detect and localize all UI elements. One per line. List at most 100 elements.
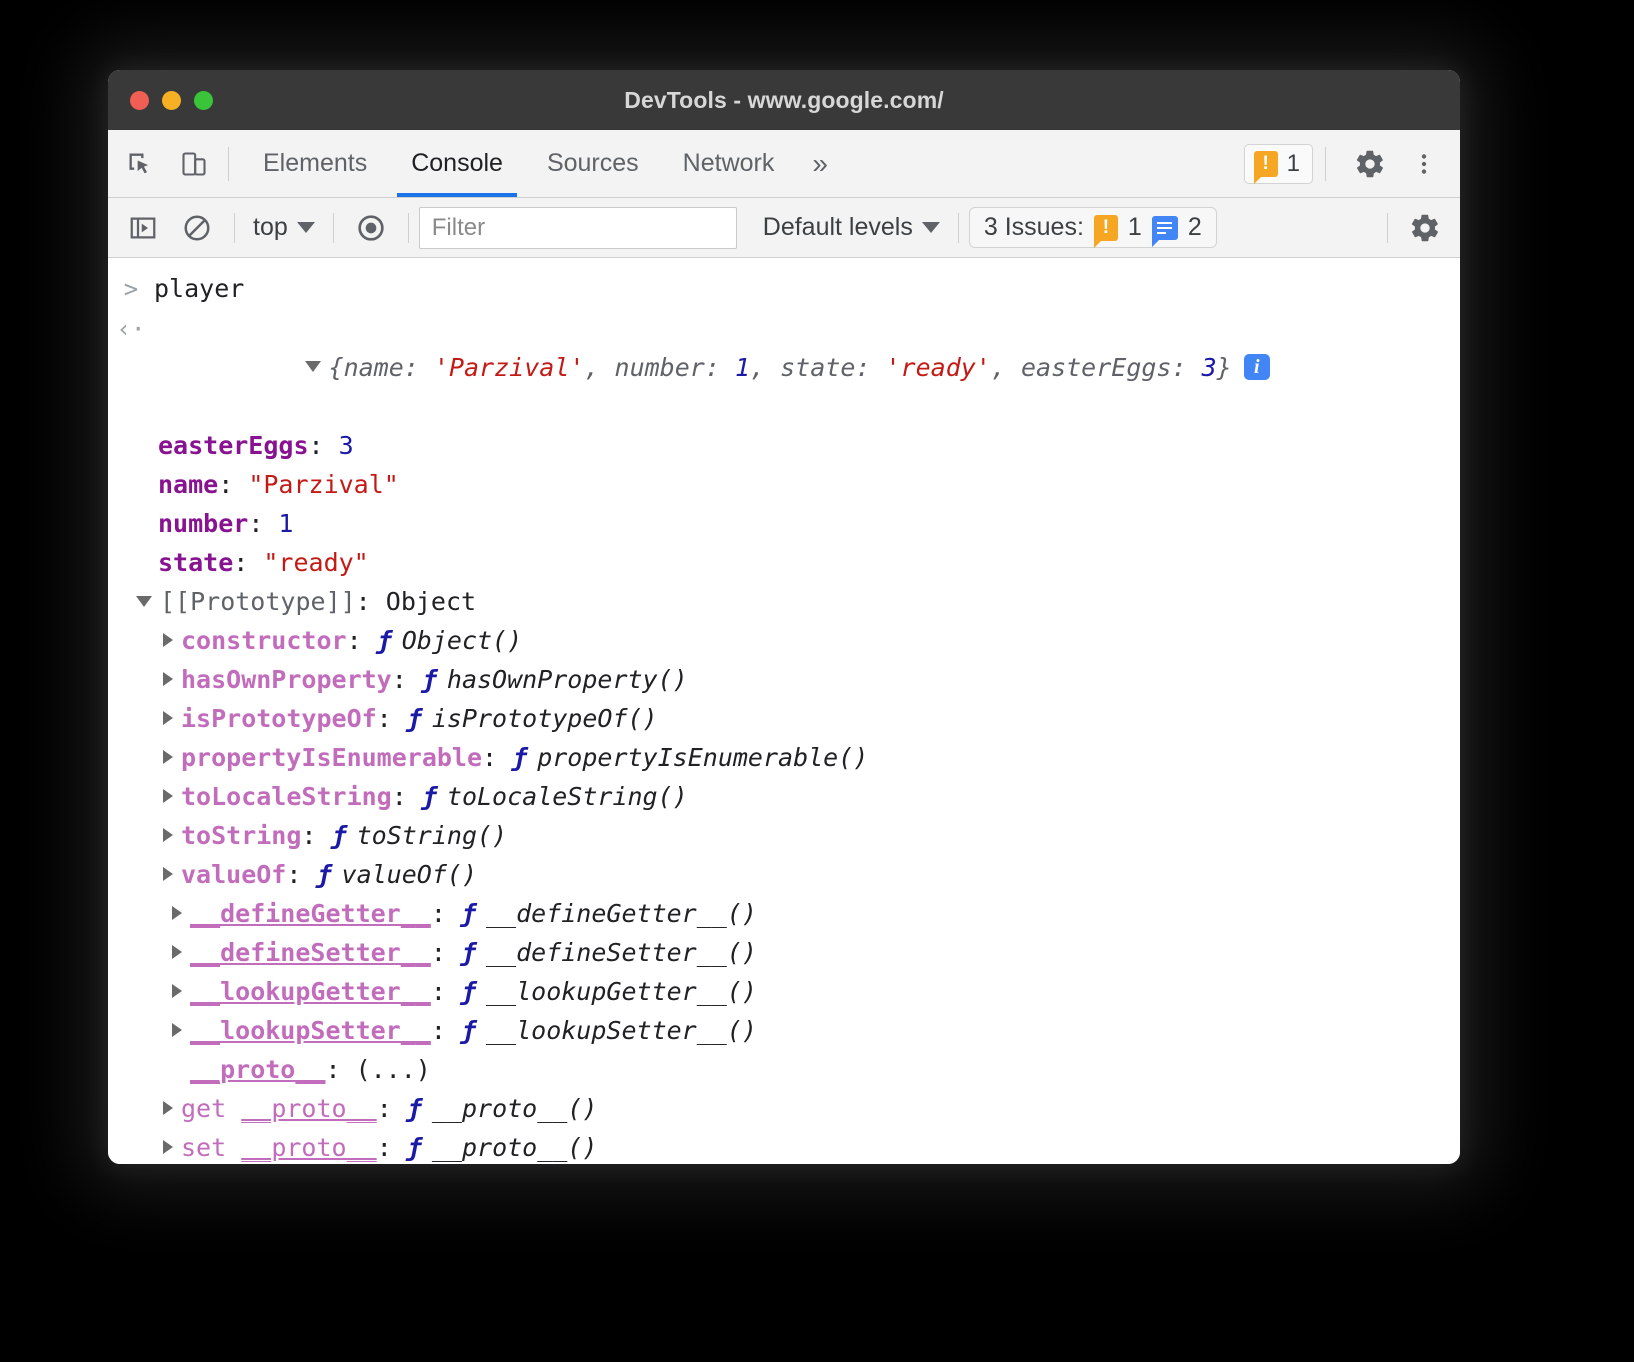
tab-sources[interactable]: Sources xyxy=(525,130,661,197)
live-expression-icon[interactable] xyxy=(350,207,392,249)
object-property-row[interactable]: name: "Parzival" xyxy=(108,465,1460,504)
disclosure-triangle-open-icon-2[interactable] xyxy=(136,596,152,607)
console-output[interactable]: > player ‹· {name: 'Parzival', number: 1… xyxy=(108,258,1460,1164)
disclosure-triangle-open-icon[interactable] xyxy=(305,361,321,372)
tabbar-divider xyxy=(228,147,229,181)
summary-comma-1: , xyxy=(584,353,614,382)
console-sidebar-icon[interactable] xyxy=(122,207,164,249)
chevron-down-icon xyxy=(297,222,315,233)
prototype-property-fn: __lookupGetter__() xyxy=(486,972,757,1011)
input-prompt-icon: > xyxy=(108,270,154,309)
prototype-property-row[interactable]: propertyIsEnumerable: ƒpropertyIsEnumera… xyxy=(108,738,1460,777)
disclosure-triangle-icon[interactable] xyxy=(172,945,182,959)
tab-network[interactable]: Network xyxy=(661,130,797,197)
tab-console[interactable]: Console xyxy=(389,130,525,197)
prototype-property-fn: toString() xyxy=(357,816,508,855)
prototype-colon: : xyxy=(356,582,386,621)
prototype-property-colon: : xyxy=(392,660,422,699)
object-property-row[interactable]: easterEggs: 3 xyxy=(108,426,1460,465)
prototype-property-fn: isPrototypeOf() xyxy=(432,699,658,738)
prototype-property-row[interactable]: __lookupSetter__: ƒ__lookupSetter__() xyxy=(108,1011,1460,1050)
clear-console-icon[interactable] xyxy=(176,207,218,249)
prototype-property-row[interactable]: valueOf: ƒvalueOf() xyxy=(108,855,1460,894)
summary-key-number: number xyxy=(615,353,705,382)
error-count-label: 1 xyxy=(1287,150,1300,178)
window-title: DevTools - www.google.com/ xyxy=(108,87,1460,114)
proto-dots-row[interactable]: __proto__: (...) xyxy=(108,1050,1460,1089)
gear-icon-2[interactable] xyxy=(1404,207,1446,249)
disclosure-triangle-icon[interactable] xyxy=(172,1023,182,1037)
filter-input[interactable] xyxy=(419,207,737,249)
function-marker: ƒ xyxy=(332,816,347,855)
prototype-property-key: __defineGetter__ xyxy=(190,894,431,933)
prototype-property-key: toLocaleString xyxy=(181,777,392,816)
prototype-property-row[interactable]: hasOwnProperty: ƒhasOwnProperty() xyxy=(108,660,1460,699)
prototype-property-colon: : xyxy=(392,777,422,816)
accessor-row[interactable]: get __proto__: ƒ__proto__() xyxy=(108,1089,1460,1128)
log-levels-selector[interactable]: Default levels xyxy=(755,213,948,242)
prototype-property-row[interactable]: isPrototypeOf: ƒisPrototypeOf() xyxy=(108,699,1460,738)
close-window-button[interactable] xyxy=(130,91,149,110)
prototype-property-row[interactable]: __lookupGetter__: ƒ__lookupGetter__() xyxy=(108,972,1460,1011)
panel-tabs: Elements Console Sources Network » xyxy=(241,130,844,197)
prototype-property-key: toString xyxy=(181,816,301,855)
prototype-property-fn: toLocaleString() xyxy=(447,777,688,816)
tabbar-divider-2 xyxy=(1325,147,1326,181)
issues-badge[interactable]: 3 Issues: ! 1 2 xyxy=(969,207,1217,248)
accessor-row[interactable]: set __proto__: ƒ__proto__() xyxy=(108,1128,1460,1164)
prototype-property-row[interactable]: __defineGetter__: ƒ__defineGetter__() xyxy=(108,894,1460,933)
disclosure-triangle-icon[interactable] xyxy=(163,633,173,647)
property-value: "ready" xyxy=(263,543,368,582)
disclosure-triangle-icon[interactable] xyxy=(163,750,173,764)
object-summary[interactable]: {name: 'Parzival', number: 1, state: 're… xyxy=(154,309,1270,426)
prototype-row[interactable]: [[Prototype]]: Object xyxy=(108,582,1460,621)
disclosure-triangle-icon[interactable] xyxy=(172,906,182,920)
prototype-property-row[interactable]: constructor: ƒObject() xyxy=(108,621,1460,660)
function-marker: ƒ xyxy=(422,777,437,816)
kebab-menu-icon[interactable] xyxy=(1402,142,1446,186)
disclosure-triangle-icon[interactable] xyxy=(163,711,173,725)
prototype-property-colon: : xyxy=(377,699,407,738)
prototype-property-row[interactable]: __defineSetter__: ƒ__defineSetter__() xyxy=(108,933,1460,972)
property-colon: : xyxy=(218,465,248,504)
summary-sep-3: : xyxy=(855,353,885,382)
object-property-row[interactable]: state: "ready" xyxy=(108,543,1460,582)
log-levels-label: Default levels xyxy=(763,213,913,242)
disclosure-triangle-icon[interactable] xyxy=(163,672,173,686)
summary-val-number: 1 xyxy=(735,353,750,382)
summary-sep-2: : xyxy=(705,353,735,382)
proto-dots-key: __proto__ xyxy=(190,1050,325,1089)
prototype-property-colon: : xyxy=(431,933,461,972)
prototype-property-row[interactable]: toLocaleString: ƒ toLocaleString() xyxy=(108,777,1460,816)
maximize-window-button[interactable] xyxy=(194,91,213,110)
prototype-property-colon: : xyxy=(301,816,331,855)
disclosure-triangle-icon[interactable] xyxy=(163,867,173,881)
function-marker: ƒ xyxy=(407,1128,422,1164)
warning-icon: ! xyxy=(1254,151,1278,177)
disclosure-triangle-icon[interactable] xyxy=(163,789,173,803)
summary-key-eastereggs: easterEggs xyxy=(1021,353,1172,382)
disclosure-triangle-icon[interactable] xyxy=(163,1101,173,1115)
prototype-property-key: __lookupGetter__ xyxy=(190,972,431,1011)
minimize-window-button[interactable] xyxy=(162,91,181,110)
summary-key-name: name xyxy=(344,353,404,382)
info-badge-icon[interactable]: i xyxy=(1244,354,1270,380)
prototype-property-row[interactable]: toString: ƒ toString() xyxy=(108,816,1460,855)
prototype-property-key: __lookupSetter__ xyxy=(190,1011,431,1050)
disclosure-triangle-icon[interactable] xyxy=(163,1140,173,1154)
device-toolbar-icon[interactable] xyxy=(172,142,216,186)
execution-context-selector[interactable]: top xyxy=(245,213,323,242)
disclosure-triangle-icon[interactable] xyxy=(172,984,182,998)
property-key: state xyxy=(158,543,233,582)
proto-dots-value[interactable]: (...) xyxy=(356,1050,431,1089)
error-count-badge[interactable]: ! 1 xyxy=(1244,144,1313,184)
gear-icon[interactable] xyxy=(1348,142,1392,186)
prototype-property-key: valueOf xyxy=(181,855,286,894)
disclosure-triangle-icon[interactable] xyxy=(163,828,173,842)
more-tabs-chevron-icon[interactable]: » xyxy=(796,130,844,197)
summary-sep-1: : xyxy=(404,353,434,382)
tab-elements[interactable]: Elements xyxy=(241,130,389,197)
object-property-row[interactable]: number: 1 xyxy=(108,504,1460,543)
prototype-property-key: hasOwnProperty xyxy=(181,660,392,699)
inspect-element-icon[interactable] xyxy=(118,142,162,186)
